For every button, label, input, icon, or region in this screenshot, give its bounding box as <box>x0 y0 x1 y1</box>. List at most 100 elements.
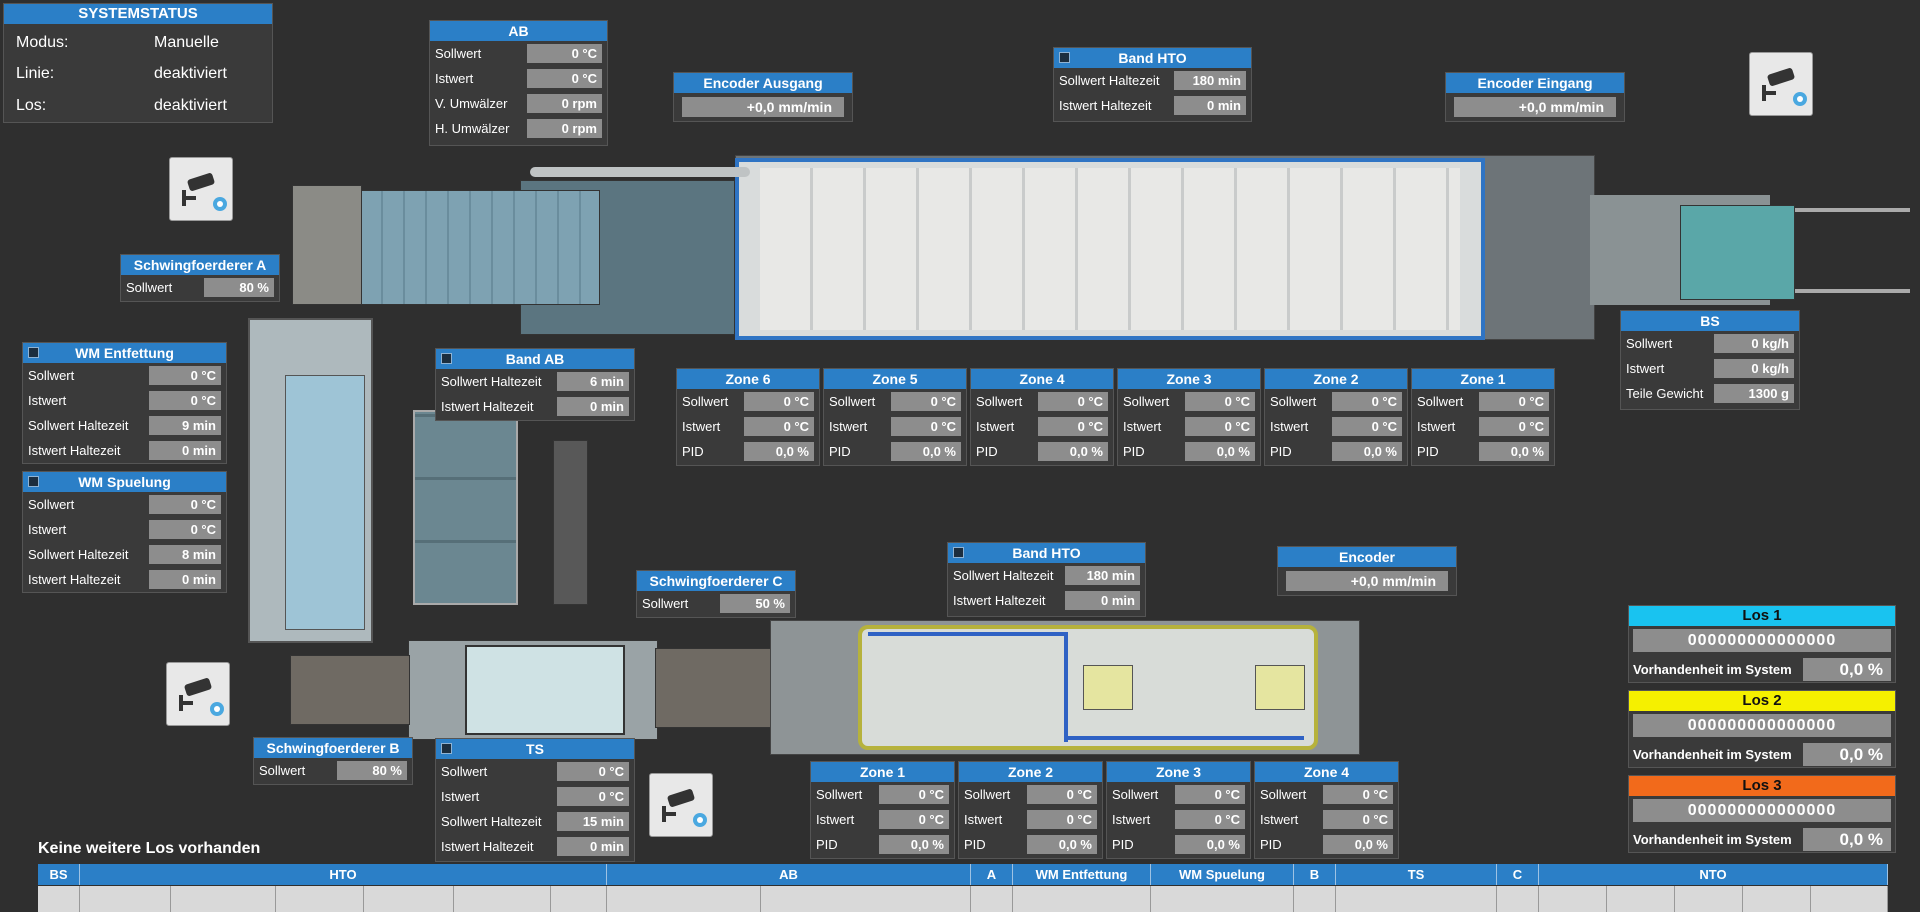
row-value: 0 kg/h <box>1714 359 1794 378</box>
row-label: Istwert Haltezeit <box>953 593 1046 608</box>
row-label: Istwert <box>1123 419 1162 434</box>
camera-button-left-top[interactable] <box>169 157 233 221</box>
row-label: Istwert <box>1417 419 1456 434</box>
row-label: Sollwert <box>964 787 1011 802</box>
toggle-square-icon[interactable] <box>441 743 452 754</box>
ts-title: TS <box>436 739 634 759</box>
zone-row-soll: Sollwert 0 °C <box>1107 782 1250 807</box>
row-label: PID <box>1417 444 1439 459</box>
zone-row-ist: Istwert 0 °C <box>1265 414 1407 439</box>
zone-row-soll: Sollwert 0 °C <box>1118 389 1260 414</box>
schwingfoerderer-a-panel: Schwingfoerderer A Sollwert 80 % <box>120 254 280 302</box>
table-cell <box>971 886 1013 912</box>
ts-row-ist: Istwert 0 °C <box>436 784 634 809</box>
zone-row-ist: Istwert 0 °C <box>824 414 966 439</box>
row-value: 0 °C <box>1323 785 1393 804</box>
ab-feeder <box>360 190 600 305</box>
toggle-square-icon[interactable] <box>28 476 39 487</box>
table-header-b: B <box>1294 864 1336 885</box>
zone-row-ist: Istwert 0 °C <box>959 807 1102 832</box>
conveyor-bottom-left <box>290 655 410 725</box>
bs-hopper <box>1680 205 1795 300</box>
row-label: Sollwert <box>1112 787 1159 802</box>
row-value: 0 °C <box>1479 417 1549 436</box>
zone-title: Zone 3 <box>1118 369 1260 389</box>
row-value: 0 °C <box>149 520 221 539</box>
row-label: Sollwert Haltezeit <box>441 814 542 829</box>
row-value: 0 °C <box>557 762 629 781</box>
schwingfoerderer-b-panel: Schwingfoerderer B Sollwert 80 % <box>253 737 413 785</box>
row-label: PID <box>1270 444 1292 459</box>
row-value: 0,0 % <box>1027 835 1097 854</box>
row-value: 6 min <box>557 372 629 391</box>
row-value: 0 °C <box>149 495 221 514</box>
los-label: Vorhandenheit im System <box>1633 662 1792 677</box>
zone-row-ist: Istwert 0 °C <box>811 807 954 832</box>
ts-panel: TS Sollwert 0 °C Istwert 0 °C Sollwert Hal… <box>435 738 635 862</box>
toggle-square-icon[interactable] <box>441 353 452 364</box>
row-label: PID <box>829 444 851 459</box>
los-3-row: Vorhandenheit im System 0,0 % <box>1629 825 1895 853</box>
ab-row-istwert: Istwert 0 °C <box>430 66 607 91</box>
band-ab-side <box>553 440 588 605</box>
row-value: 0,0 % <box>1185 442 1255 461</box>
row-value: 0 min <box>1174 96 1246 115</box>
zone-title: Zone 3 <box>1107 762 1250 782</box>
row-value: 0,0 % <box>1323 835 1393 854</box>
encoder-eingang-title: Encoder Eingang <box>1446 73 1624 93</box>
ab-panel: AB Sollwert 0 °C Istwert 0 °C V. Umwälzer 0… <box>429 20 608 146</box>
top-zone-1-panel: Zone 1 Sollwert 0 °C Istwert 0 °C PID 0,0 % <box>1411 368 1555 466</box>
camera-button-left-bottom[interactable] <box>166 662 230 726</box>
zone-row-pid: PID 0,0 % <box>959 832 1102 857</box>
ts-row-soll: Sollwert 0 °C <box>436 759 634 784</box>
table-cell <box>1151 886 1294 912</box>
row-label: Istwert <box>1626 361 1665 376</box>
band-hto-top-title: Band HTO <box>1054 48 1251 68</box>
row-label: Teile Gewicht <box>1626 386 1704 401</box>
row-label: Istwert <box>1270 419 1309 434</box>
row-label: Sollwert <box>1270 394 1317 409</box>
encoder-ausgang-panel: Encoder Ausgang +0,0 mm/min <box>673 72 853 122</box>
table-header-ts: TS <box>1336 864 1497 885</box>
row-value: 0 °C <box>1323 810 1393 829</box>
toggle-square-icon[interactable] <box>953 547 964 558</box>
table-header-ab: AB <box>607 864 971 885</box>
row-label: Sollwert <box>829 394 876 409</box>
row-value: 8 min <box>149 545 221 564</box>
wm-entfettung-row-ist: Istwert 0 °C <box>23 388 226 413</box>
row-label: Istwert <box>441 789 480 804</box>
zone-title: Zone 4 <box>971 369 1113 389</box>
wm-spuelung-row-soll: Sollwert 0 °C <box>23 492 226 517</box>
row-label: Istwert Haltezeit <box>28 443 121 458</box>
row-label: Sollwert Haltezeit <box>953 568 1054 583</box>
bs-row-gewicht: Teile Gewicht 1300 g <box>1621 381 1799 406</box>
camera-button-top-right[interactable] <box>1749 52 1813 116</box>
band-ab-row-soll: Sollwert Haltezeit 6 min <box>436 369 634 394</box>
encoder-bottom-value: +0,0 mm/min <box>1286 571 1448 591</box>
security-camera-icon <box>650 789 712 839</box>
bs-title: BS <box>1621 311 1799 331</box>
zone-row-pid: PID 0,0 % <box>811 832 954 857</box>
top-zone-4-panel: Zone 4 Sollwert 0 °C Istwert 0 °C PID 0,0 % <box>970 368 1114 466</box>
row-label: PID <box>1123 444 1145 459</box>
zone-title: Zone 1 <box>1412 369 1554 389</box>
camera-button-bottom-center[interactable] <box>649 773 713 837</box>
row-label: Sollwert Haltezeit <box>28 547 129 562</box>
row-label: Istwert <box>976 419 1015 434</box>
row-value: 0 °C <box>1332 417 1402 436</box>
bottom-zone-2-panel: Zone 2 Sollwert 0 °C Istwert 0 °C PID 0,0 % <box>958 761 1103 859</box>
row-label: PID <box>682 444 704 459</box>
toggle-square-icon[interactable] <box>1059 52 1070 63</box>
row-value: 1300 g <box>1714 384 1794 403</box>
band-hto-bottom-panel: Band HTO Sollwert Haltezeit 180 min Istwe… <box>947 542 1146 617</box>
wm-spuelung-panel: WM Spuelung Sollwert 0 °C Istwert 0 °C Sol… <box>22 471 227 593</box>
bs-panel: BS Sollwert 0 kg/h Istwert 0 kg/h Teile Ge… <box>1620 310 1800 410</box>
row-value: 0 °C <box>1479 392 1549 411</box>
schwingfoerderer-b-title: Schwingfoerderer B <box>254 738 412 758</box>
wm-entfettung-panel: WM Entfettung Sollwert 0 °C Istwert 0 °C S… <box>22 342 227 464</box>
toggle-square-icon[interactable] <box>28 347 39 358</box>
conveyor-left-top <box>292 185 362 305</box>
zone-title: Zone 4 <box>1255 762 1398 782</box>
encoder-bottom-panel: Encoder +0,0 mm/min <box>1277 546 1457 596</box>
row-value: 0 °C <box>1175 810 1245 829</box>
